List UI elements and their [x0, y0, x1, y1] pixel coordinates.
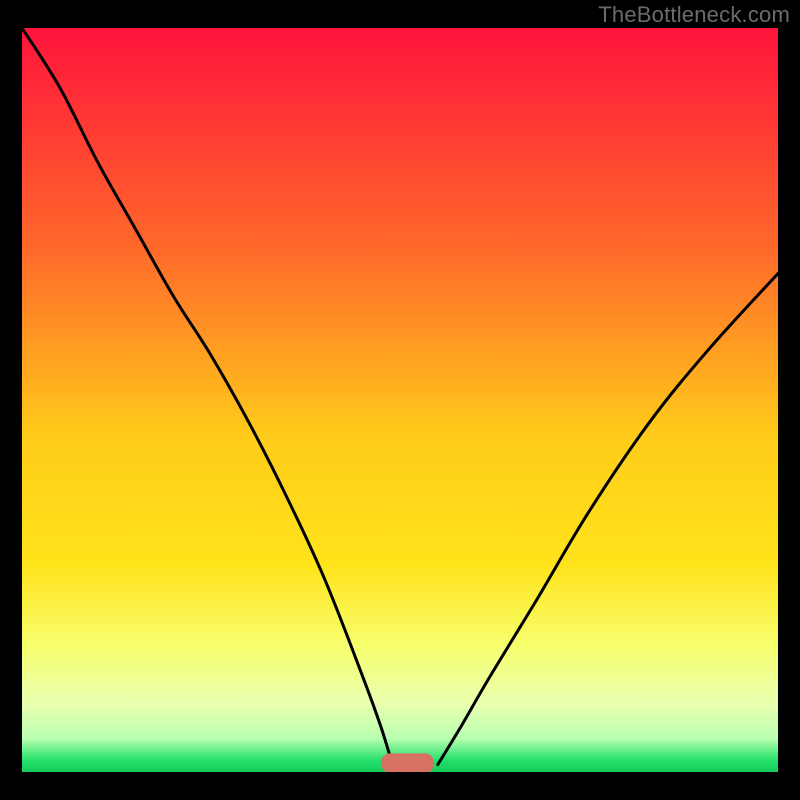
bottleneck-marker: [381, 753, 434, 772]
plot-area: [22, 28, 778, 772]
chart-svg: [22, 28, 778, 772]
chart-frame: TheBottleneck.com: [0, 0, 800, 800]
gradient-background: [22, 28, 778, 772]
watermark-label: TheBottleneck.com: [598, 2, 790, 28]
